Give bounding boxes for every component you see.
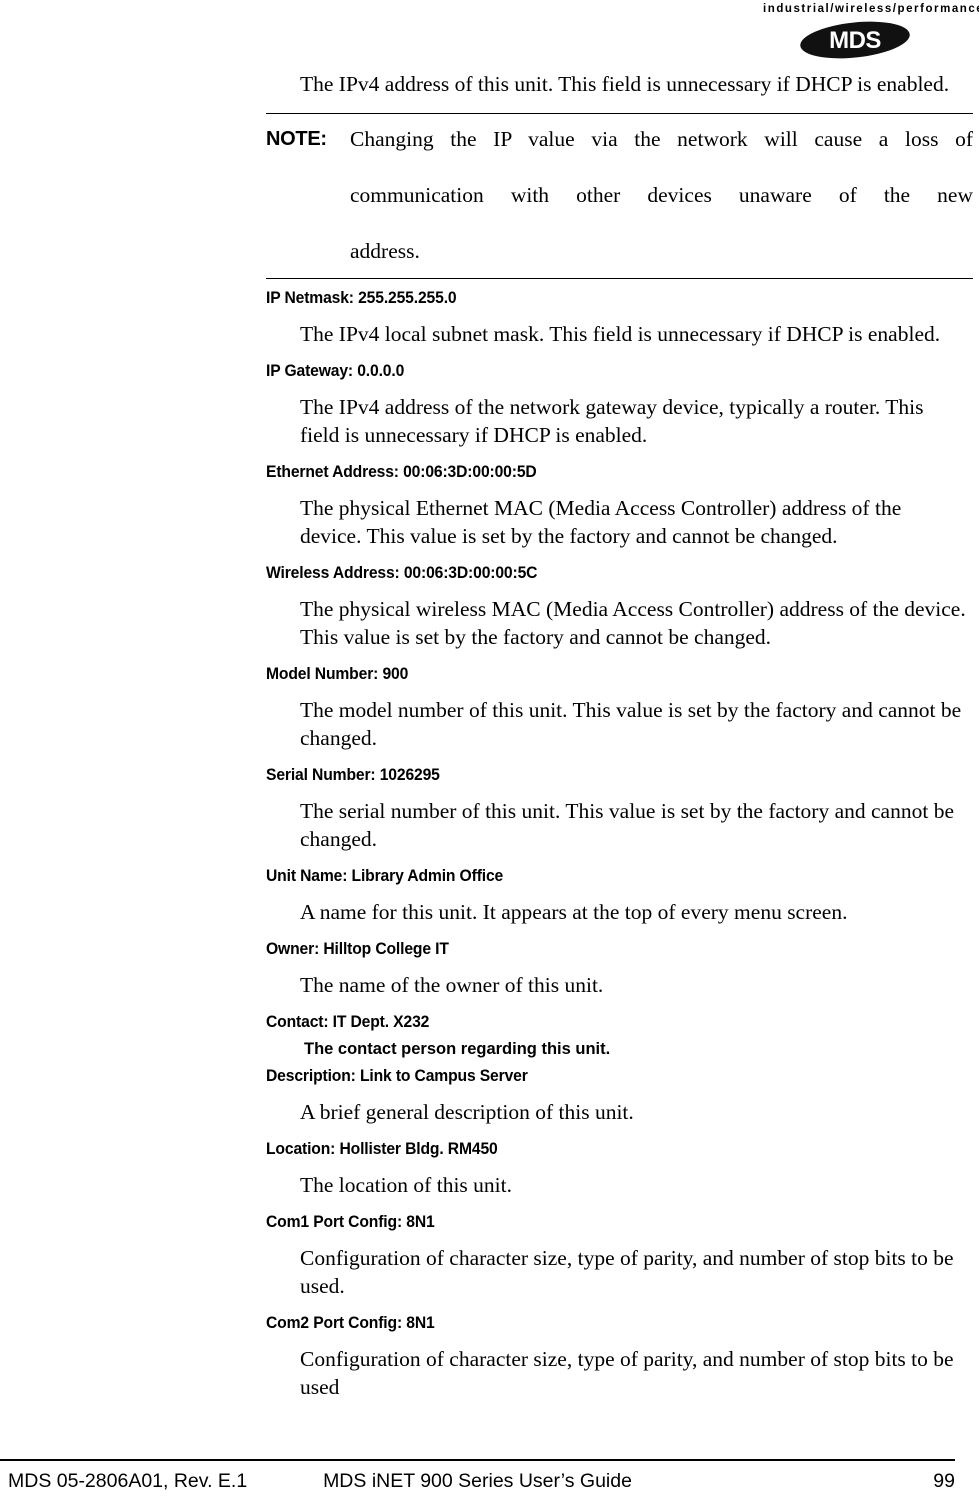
definition-section: IP Gateway: 0.0.0.0 The IPv4 address of t… — [266, 361, 973, 462]
section-description: The serial number of this unit. This val… — [300, 799, 954, 851]
section-heading: Location: Hollister Bldg. RM450 — [266, 1140, 498, 1158]
section-heading: Com1 Port Config: 8N1 — [266, 1213, 435, 1231]
section-heading: Owner: Hilltop College IT — [266, 940, 449, 958]
definition-section: Com2 Port Config: 8N1 Configuration of ch… — [266, 1313, 973, 1414]
footer-page-number: 99 — [933, 1470, 955, 1492]
note-body: Changing the IP value via the network wi… — [350, 125, 973, 265]
definition-section: Description: Link to Campus Server A brie… — [266, 1066, 973, 1139]
page-footer: MDS 05-2806A01, Rev. E.1 MDS iNET 900 Se… — [0, 1459, 979, 1503]
definition-section: IP Netmask: 255.255.255.0 The IPv4 local … — [266, 288, 973, 361]
section-description: Configuration of character size, type of… — [300, 1246, 954, 1298]
footer-guide-title: MDS iNET 900 Series User’s Guide — [323, 1470, 632, 1492]
page-content: The IPv4 address of this unit. This fiel… — [266, 70, 973, 1414]
definition-section: Location: Hollister Bldg. RM450 The locat… — [266, 1139, 973, 1212]
section-description: Configuration of character size, type of… — [300, 1347, 954, 1399]
section-description: The physical Ethernet MAC (Media Access … — [300, 496, 902, 548]
definition-section: Serial Number: 1026295 The serial number … — [266, 765, 973, 866]
definition-section: Owner: Hilltop College IT The name of the… — [266, 939, 973, 1012]
page-header: industrial/wireless/performance MDS — [763, 0, 979, 60]
intro-paragraph: The IPv4 address of this unit. This fiel… — [300, 72, 950, 96]
definition-section: Wireless Address: 00:06:3D:00:00:5C The p… — [266, 563, 973, 664]
section-heading: Contact: IT Dept. X232 — [266, 1013, 430, 1031]
section-description: A brief general description of this unit… — [300, 1100, 634, 1124]
definition-section: Contact: IT Dept. X232 The contact person… — [266, 1012, 973, 1066]
definition-section: Unit Name: Library Admin Office A name fo… — [266, 866, 973, 939]
section-heading: Com2 Port Config: 8N1 — [266, 1314, 435, 1332]
definition-section: Ethernet Address: 00:06:3D:00:00:5D The p… — [266, 462, 973, 563]
note-line-1: Changing the IP value via the network wi… — [350, 127, 973, 151]
section-heading: Wireless Address: 00:06:3D:00:00:5C — [266, 564, 538, 582]
note-line-3: address. — [350, 239, 420, 263]
brand-tagline: industrial/wireless/performance — [763, 3, 979, 15]
note-line-2: communication with other devices unaware… — [350, 183, 973, 207]
section-heading: Serial Number: 1026295 — [266, 766, 440, 784]
mds-logo-text: MDS — [829, 27, 881, 54]
section-heading: IP Netmask: 255.255.255.0 — [266, 289, 457, 307]
section-description: The location of this unit. — [300, 1173, 512, 1197]
definition-list: IP Netmask: 255.255.255.0 The IPv4 local … — [266, 288, 973, 1414]
mds-logo: MDS — [763, 20, 973, 60]
definition-section: Com1 Port Config: 8N1 Configuration of ch… — [266, 1212, 973, 1313]
section-heading: Ethernet Address: 00:06:3D:00:00:5D — [266, 463, 537, 481]
section-description: A name for this unit. It appears at the … — [300, 900, 848, 924]
definition-section: Model Number: 900 The model number of thi… — [266, 664, 973, 765]
note-admonition: NOTE: Changing the IP value via the netw… — [266, 113, 973, 279]
section-description: The model number of this unit. This valu… — [300, 698, 962, 750]
section-description: The contact person regarding this unit. — [304, 1040, 611, 1058]
section-heading: Description: Link to Campus Server — [266, 1067, 528, 1085]
note-label: NOTE: — [266, 128, 327, 150]
section-description: The name of the owner of this unit. — [300, 973, 604, 997]
section-description: The physical wireless MAC (Media Access … — [300, 597, 966, 649]
section-description: The IPv4 address of the network gateway … — [300, 395, 924, 447]
section-heading: IP Gateway: 0.0.0.0 — [266, 362, 405, 380]
section-heading: Model Number: 900 — [266, 665, 409, 683]
section-heading: Unit Name: Library Admin Office — [266, 867, 504, 885]
mds-logo-icon: MDS — [800, 21, 910, 59]
section-description: The IPv4 local subnet mask. This field i… — [300, 322, 941, 346]
